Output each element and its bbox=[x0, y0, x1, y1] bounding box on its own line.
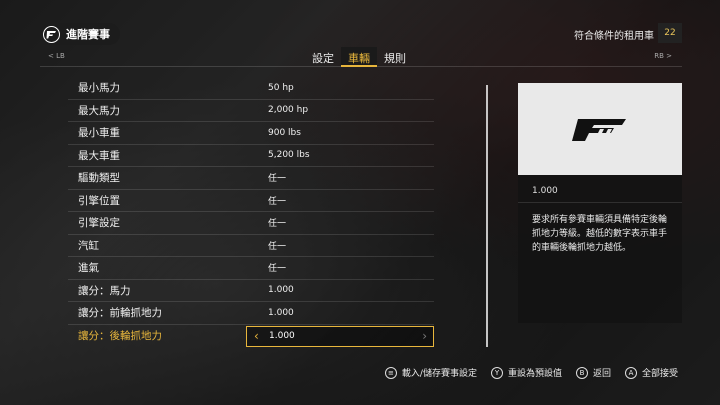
hint-menu-button[interactable]: ≡ 載入/儲存賽事設定 bbox=[384, 366, 477, 379]
setting-label: 讓分：馬力 bbox=[78, 284, 131, 297]
setting-row[interactable]: 進氣 任一 bbox=[68, 257, 434, 280]
setting-row[interactable]: 讓分：馬力 1.000 bbox=[68, 280, 434, 302]
button-hints: ≡ 載入/儲存賽事設定 Y 重設為預設值 B 返回 A 全部接受 bbox=[384, 366, 678, 379]
tab-1[interactable]: 車輛 bbox=[341, 47, 377, 67]
tab-bar: < LB 設定 車輛 規則 RB > bbox=[40, 47, 682, 67]
setting-value: 50 hp bbox=[268, 82, 294, 93]
hint-label: 全部接受 bbox=[641, 369, 678, 379]
rb-bumper-hint[interactable]: RB > bbox=[654, 52, 672, 60]
header-pill: 進階賽事 bbox=[40, 23, 120, 45]
y-button-icon: Y bbox=[490, 366, 503, 379]
hint-label: 返回 bbox=[592, 369, 611, 379]
setting-row[interactable]: 最大馬力 2,000 hp bbox=[68, 100, 434, 122]
hint-y-button[interactable]: Y 重設為預設值 bbox=[490, 366, 562, 379]
info-panel: 1.000 要求所有參賽車輛須具備特定後輪抓地力等級。越低的數字表示車手的車輛後… bbox=[518, 83, 682, 323]
panel-description: 要求所有參賽車輛須具備特定後輪抓地力等級。越低的數字表示車手的車輛後輪抓地力越低… bbox=[532, 215, 668, 253]
setting-value: 任一 bbox=[268, 264, 287, 275]
setting-value: 任一 bbox=[268, 241, 287, 252]
setting-row[interactable]: 引擎位置 任一 bbox=[68, 190, 434, 212]
setting-row[interactable]: 汽缸 任一 bbox=[68, 235, 434, 257]
settings-list: 最小馬力 50 hp 最大馬力 2,000 hp 最小車重 900 lbs 最大車重 5,20… bbox=[68, 77, 434, 347]
setting-row[interactable]: 最小馬力 50 hp bbox=[68, 77, 434, 100]
setting-value: 900 lbs bbox=[268, 127, 301, 138]
value-selector[interactable]: ‹ 1.000 › bbox=[246, 325, 434, 347]
scroll-divider bbox=[486, 85, 488, 347]
setting-row[interactable]: 驅動類型 任一 bbox=[68, 167, 434, 190]
setting-label: 汽缸 bbox=[78, 239, 99, 252]
setting-label: 驅動類型 bbox=[78, 172, 120, 185]
setting-label: 讓分：後輪抓地力 bbox=[78, 330, 162, 343]
setting-row[interactable]: 讓分：前輪抓地力 1.000 bbox=[68, 302, 434, 325]
tabs: 設定 車輛 規則 bbox=[305, 47, 413, 67]
eligible-cars-label: 符合條件的租用車 bbox=[574, 31, 654, 42]
setting-label: 最大馬力 bbox=[78, 104, 120, 117]
chevron-right-icon[interactable]: › bbox=[422, 329, 427, 343]
setting-label: 讓分：前輪抓地力 bbox=[78, 307, 162, 320]
b-button-icon: B bbox=[575, 366, 588, 379]
setting-value: 任一 bbox=[268, 219, 287, 230]
setting-row[interactable]: 最小車重 900 lbs bbox=[68, 122, 434, 145]
hint-a-button[interactable]: A 全部接受 bbox=[624, 366, 678, 379]
setting-label: 最小馬力 bbox=[78, 82, 120, 95]
setting-label: 最小車重 bbox=[78, 127, 120, 140]
setting-label: 引擎設定 bbox=[78, 217, 120, 230]
setting-label: 引擎位置 bbox=[78, 194, 120, 207]
setting-row[interactable]: 引擎設定 任一 bbox=[68, 212, 434, 235]
menu-button-icon: ≡ bbox=[384, 366, 397, 379]
setting-row[interactable]: 讓分：後輪抓地力 ‹ 1.000 › bbox=[68, 325, 434, 348]
lb-bumper-hint[interactable]: < LB bbox=[48, 52, 65, 60]
setting-label: 進氣 bbox=[78, 262, 99, 275]
forza-emblem-icon bbox=[572, 119, 626, 141]
setting-row[interactable]: 最大車重 5,200 lbs bbox=[68, 145, 434, 167]
hint-label: 載入/儲存賽事設定 bbox=[401, 369, 477, 379]
setting-value: 任一 bbox=[268, 174, 287, 185]
a-button-icon: A bbox=[624, 366, 637, 379]
setting-value: 2,000 hp bbox=[268, 105, 309, 116]
forza-logo-icon bbox=[43, 25, 60, 43]
panel-image bbox=[518, 83, 682, 175]
setting-value: 1.000 bbox=[268, 285, 294, 296]
panel-separator bbox=[518, 202, 682, 203]
page-title: 進階賽事 bbox=[66, 28, 110, 41]
hint-b-button[interactable]: B 返回 bbox=[575, 366, 611, 379]
panel-value: 1.000 bbox=[532, 186, 558, 196]
setting-value: 5,200 lbs bbox=[268, 150, 310, 161]
chevron-left-icon[interactable]: ‹ bbox=[254, 329, 259, 343]
eligible-cars-count: 22 bbox=[658, 23, 682, 43]
setting-value: 1.000 bbox=[269, 330, 295, 341]
setting-value: 1.000 bbox=[268, 307, 294, 318]
tab-2[interactable]: 規則 bbox=[377, 47, 413, 67]
hint-label: 重設為預設值 bbox=[507, 369, 562, 379]
setting-label: 最大車重 bbox=[78, 149, 120, 162]
tab-0[interactable]: 設定 bbox=[305, 47, 341, 67]
setting-value: 任一 bbox=[268, 196, 287, 207]
